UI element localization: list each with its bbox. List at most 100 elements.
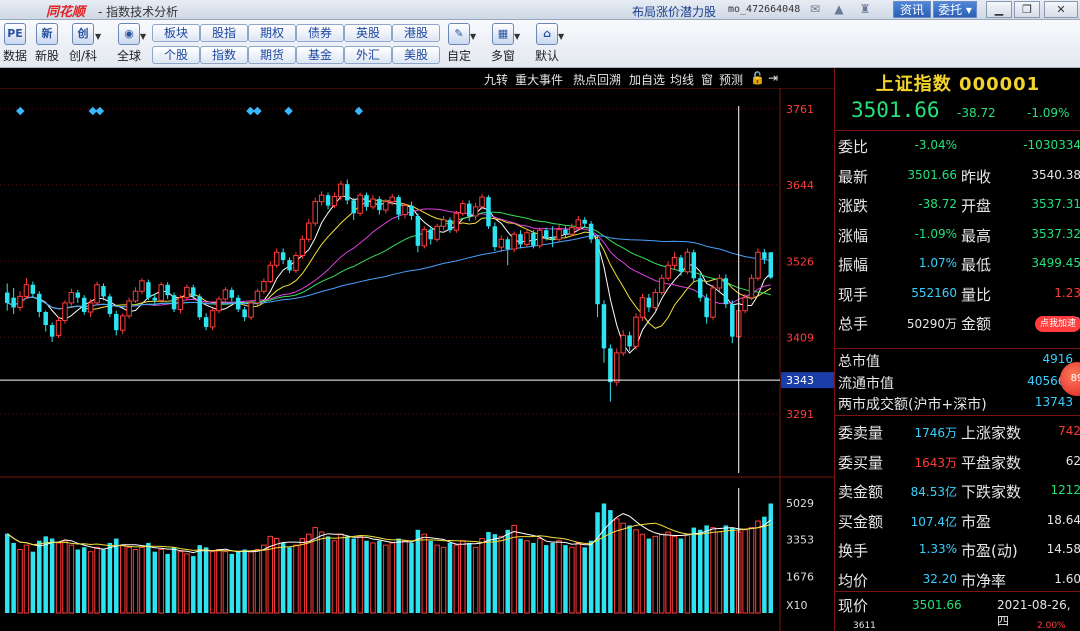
quote-label: 涨幅 — [838, 226, 869, 245]
quote-row: 买金额 107.4亿 市盈 18.64 — [835, 505, 1080, 534]
bell-icon[interactable]: ▲ — [830, 2, 848, 17]
quote-label-2: 量比 — [961, 285, 992, 304]
tab-major-events[interactable]: 重大事件 — [515, 71, 563, 88]
quick-index-futures[interactable]: 股指 — [200, 24, 248, 42]
market-value: 13743 — [1034, 395, 1073, 409]
shirt-icon[interactable]: ♜ — [856, 2, 874, 17]
market-label: 总市值 — [838, 354, 880, 370]
quote-value: -1.09% — [914, 226, 957, 241]
chinext-tool[interactable]: 创 创/科 — [66, 23, 100, 64]
quick-hk-stocks[interactable]: 港股 — [392, 24, 440, 42]
tab-add-watchlist[interactable]: 加自选 — [629, 71, 665, 88]
quote-label: 均价 — [838, 571, 869, 590]
candle-body — [396, 197, 401, 215]
quote-row: 委卖量 1746万 上涨家数 742 — [835, 416, 1080, 445]
quote-value-2: 14.58 — [1046, 542, 1080, 556]
quick-options[interactable]: 期权 — [248, 24, 296, 42]
quick-futures[interactable]: 期货 — [248, 46, 296, 64]
volume-bar — [171, 547, 177, 613]
candle-body — [177, 297, 184, 310]
news-button[interactable]: 资讯 — [893, 1, 931, 18]
volume-bar — [235, 551, 241, 613]
volume-bar — [447, 542, 453, 613]
chevron-down-icon[interactable]: ▼ — [470, 32, 476, 41]
volume-bar — [505, 529, 510, 613]
candle-body — [409, 205, 414, 216]
tab-hotspot-review[interactable]: 热点回溯 — [573, 71, 621, 88]
current-price-label: 现价 — [838, 597, 869, 615]
collapse-icon[interactable]: ⇥ — [768, 71, 778, 85]
candle-body — [620, 334, 626, 354]
default-tool[interactable]: ⌂ 默认 — [530, 23, 564, 64]
candle-body — [23, 284, 30, 297]
price-tick-label: 3291 — [786, 408, 814, 421]
candle-body — [678, 257, 684, 272]
volume-unit-label: X10 — [786, 599, 808, 612]
kline-chart[interactable]: 3761 3644 3526 3409 3291 5029 3353 1676 X10 3343 — [0, 68, 834, 631]
market-turnover: 两市成交额(沪市+深市) 13743 — [838, 394, 1080, 413]
tab-nine-turn[interactable]: 九转 — [484, 71, 508, 88]
promo-link[interactable]: 布局涨价潜力股 — [632, 3, 716, 20]
chinext-icon: 创 — [72, 23, 94, 45]
candle-body — [242, 309, 247, 318]
candle-body — [595, 239, 600, 305]
lock-icon[interactable]: 🔓 — [750, 71, 765, 85]
volume-bar — [345, 536, 350, 613]
candle-body — [139, 280, 145, 292]
candle-body — [671, 256, 678, 266]
quick-forex[interactable]: 外汇 — [344, 46, 392, 64]
quick-sector[interactable]: 板块 — [152, 24, 200, 42]
candle-body — [479, 196, 485, 208]
candle-body — [158, 284, 164, 301]
candle-body — [742, 297, 748, 312]
quick-funds[interactable]: 基金 — [296, 46, 344, 64]
quote-value-2: 3499.45 — [1031, 256, 1080, 270]
tab-window[interactable]: 窗 — [701, 71, 713, 88]
price-tick-label: 3526 — [786, 255, 814, 268]
chevron-down-icon[interactable]: ▼ — [140, 32, 146, 41]
candle-body — [126, 300, 132, 317]
volume-bar — [11, 542, 16, 613]
multi-window-tool[interactable]: ▦ 多窗 — [486, 23, 520, 64]
volume-tick-label: 1676 — [786, 570, 814, 583]
ipo-tool[interactable]: 新 新股 — [30, 23, 64, 64]
mail-icon[interactable]: ✉ — [806, 2, 824, 17]
quote-label: 买金额 — [838, 512, 884, 531]
quick-uk-stocks[interactable]: 英股 — [344, 24, 392, 42]
tab-forecast[interactable]: 预测 — [719, 71, 743, 88]
quote-row: 现手 552160 量比 1.23 — [835, 278, 1080, 307]
chevron-down-icon[interactable]: ▼ — [558, 32, 564, 41]
candle-body — [357, 194, 363, 214]
quote-value-2: 62 — [1065, 453, 1080, 468]
chevron-down-icon[interactable]: ▼ — [514, 32, 520, 41]
tab-moving-average[interactable]: 均线 — [670, 71, 694, 88]
candle-body — [614, 352, 620, 383]
candle-body — [434, 225, 440, 240]
quote-label-2: 市净率 — [961, 571, 1007, 590]
global-tool[interactable]: ◉ 全球 — [112, 23, 146, 64]
quote-label: 委卖量 — [838, 424, 884, 442]
candle-body — [216, 298, 222, 312]
restore-button[interactable]: ❐ — [1014, 1, 1040, 18]
minimize-button[interactable]: ▁ — [986, 1, 1012, 18]
quick-bonds[interactable]: 债券 — [296, 24, 344, 42]
speed-up-badge[interactable]: 点我加速 — [1035, 316, 1080, 332]
quote-label: 振幅 — [838, 256, 869, 274]
volume-bar — [762, 516, 767, 613]
quote-row: 卖金额 84.53亿 下跌家数 1212 — [835, 475, 1080, 504]
quick-stocks[interactable]: 个股 — [152, 46, 200, 64]
quote-label-2: 下跌家数 — [961, 483, 1022, 501]
quick-us-stocks[interactable]: 美股 — [392, 46, 440, 64]
custom-tool[interactable]: ✎ 自定 — [442, 23, 476, 64]
quick-index[interactable]: 指数 — [200, 46, 248, 64]
candle-body — [447, 219, 453, 231]
candle-body — [710, 287, 716, 318]
candle-body — [152, 297, 158, 301]
candle-body — [101, 286, 106, 297]
delegate-button[interactable]: 委托 ▾ — [933, 1, 977, 18]
candle-body — [730, 304, 735, 337]
data-tool[interactable]: PE 数据 — [0, 23, 32, 64]
quote-label-2: 最高 — [961, 226, 992, 245]
close-button[interactable]: ✕ — [1044, 1, 1078, 18]
chevron-down-icon[interactable]: ▼ — [95, 32, 101, 41]
